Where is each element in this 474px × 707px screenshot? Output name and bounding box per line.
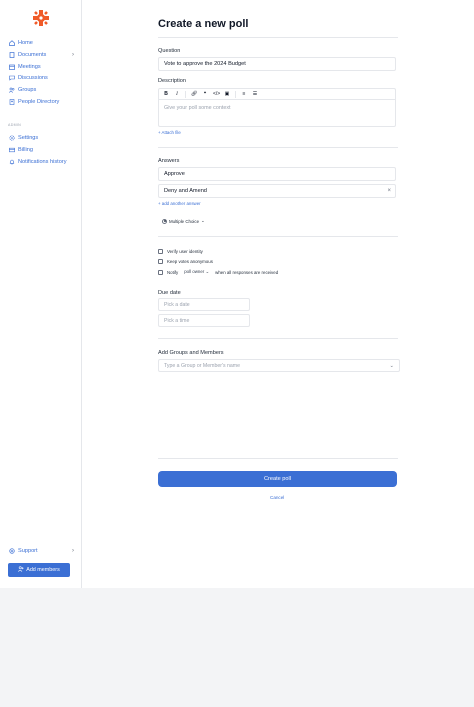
notify-target-select[interactable]: poll owner ⌄ [184,269,209,275]
notify-target-value: poll owner [184,269,205,274]
attach-file-link[interactable]: + Attach file [158,130,181,135]
verify-checkbox[interactable] [158,249,163,254]
sidebar-item-label: Meetings [18,64,41,70]
chevron-right-icon: › [72,548,74,554]
brand-logo [33,10,49,26]
answer-type-select[interactable]: Multiple Choice ⌄ [159,216,208,226]
divider [158,236,398,237]
sidebar: Home Documents › Meetings Discussions Gr… [0,0,82,588]
editor-toolbar: B I 🔗︎ ❝ </> ▣ ≡ ☰ [158,88,396,99]
ordered-list-icon[interactable]: ≡ [241,91,247,97]
sidebar-item-meetings[interactable]: Meetings [8,62,78,72]
chat-icon [8,75,15,82]
sidebar-item-label: Documents [18,52,47,58]
sidebar-item-label: Settings [18,135,39,141]
home-icon [8,40,15,47]
credit-card-icon [8,147,15,154]
groups-label: Add Groups and Members [158,350,224,356]
sidebar-item-settings[interactable]: Settings [8,133,78,143]
main-content: Create a new poll Question Vote to appro… [82,0,474,588]
calendar-icon [8,64,15,71]
answer-value: Deny and Amend [164,188,207,194]
radio-icon [162,218,167,224]
sidebar-item-discussions[interactable]: Discussions [8,73,78,83]
notify-label: Notify [167,269,179,275]
sidebar-item-groups[interactable]: Groups [8,85,78,95]
toolbar-divider [185,90,186,98]
sidebar-item-label: People Directory [18,99,60,105]
notify-when-label: when all responses are received [215,269,279,275]
sidebar-item-label: Groups [18,87,37,93]
add-answer-link[interactable]: + add another answer [158,201,201,206]
notify-option: Notify poll owner ⌄ when all responses a… [158,269,278,275]
anonymous-option: Keep votes anonymous [158,259,213,264]
chevron-down-icon: ⌄ [205,269,210,274]
divider [158,37,398,38]
time-input[interactable]: Pick a time [158,314,250,327]
document-icon [8,52,15,59]
bullet-list-icon[interactable]: ☰ [252,91,258,97]
code-icon[interactable]: </> [213,91,220,97]
add-members-button[interactable]: Add members [8,563,70,577]
sidebar-item-label: Billing [18,147,33,153]
sidebar-item-label: Home [18,40,33,46]
admin-section-label: ADMIN [8,123,22,127]
italic-icon[interactable]: I [174,92,180,97]
sidebar-item-people-directory[interactable]: People Directory [8,97,78,107]
bold-icon[interactable]: B [163,91,169,97]
link-icon[interactable]: 🔗︎ [191,91,197,97]
due-date-label: Due date [158,290,181,296]
sidebar-item-home[interactable]: Home [8,38,78,48]
sidebar-item-label: Discussions [18,75,48,81]
verify-option: Verify user identity [158,249,203,254]
cancel-button[interactable]: Cancel [270,495,284,500]
description-label: Description [158,78,186,84]
help-icon [8,548,15,555]
add-answer-label: add another answer [161,201,201,206]
toolbar-divider [235,90,236,98]
address-book-icon [8,99,15,106]
add-user-icon [18,566,24,574]
answers-label: Answers [158,158,180,164]
divider [158,338,398,339]
sidebar-item-billing[interactable]: Billing [8,145,78,155]
answer-type-value: Multiple Choice [169,218,200,224]
sidebar-item-support[interactable]: Support › [8,546,78,556]
sidebar-item-label: Notifications history [18,159,67,165]
sidebar-item-label: Support [18,548,38,554]
chevron-down-icon: ⌄ [201,218,205,223]
answer-input[interactable]: Deny and Amend × [158,184,396,198]
divider [158,147,398,148]
chevron-right-icon: › [72,52,74,58]
quote-icon[interactable]: ❝ [202,91,208,97]
create-poll-button[interactable]: Create poll [158,471,397,487]
question-input[interactable]: Vote to approve the 2024 Budget [158,57,396,71]
question-label: Question [158,48,181,54]
groups-search-input[interactable]: Type a Group or Member's name ⌄ [158,359,400,372]
users-icon [8,87,15,94]
divider [158,458,398,459]
groups-search-placeholder: Type a Group or Member's name [164,362,240,369]
attach-file-label: Attach file [161,130,181,135]
verify-label: Verify user identity [167,249,203,254]
add-members-label: Add members [26,567,60,573]
anonymous-label: Keep votes anonymous [167,259,213,264]
answer-input[interactable]: Approve [158,167,396,181]
page-title: Create a new poll [158,18,249,30]
gear-icon [8,135,15,142]
sidebar-item-documents[interactable]: Documents › [8,50,78,60]
description-editor[interactable]: Give your poll some context [158,99,396,127]
image-icon[interactable]: ▣ [224,91,230,97]
close-icon[interactable]: × [387,188,391,194]
sidebar-item-notifications-history[interactable]: Notifications history [8,157,78,167]
anonymous-checkbox[interactable] [158,259,163,264]
chevron-down-icon: ⌄ [389,362,394,369]
bell-icon [8,159,15,166]
notify-checkbox[interactable] [158,269,163,275]
date-input[interactable]: Pick a date [158,298,250,311]
